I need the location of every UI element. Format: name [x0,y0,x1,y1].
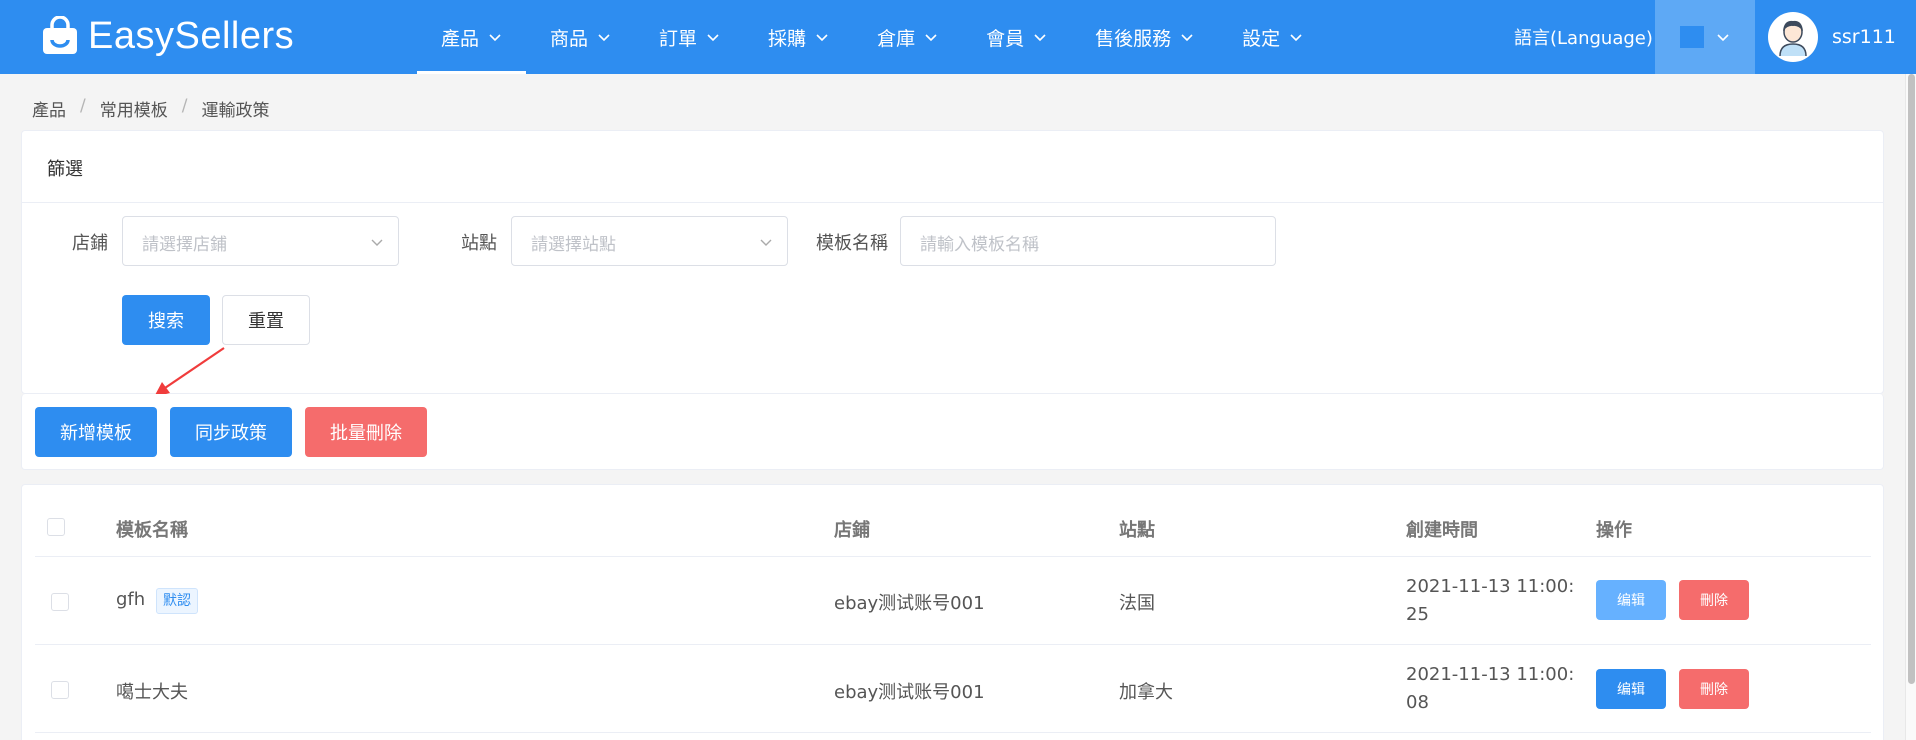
search-button[interactable]: 搜索 [122,295,210,345]
chevron-down-icon [1717,34,1729,42]
nav-item-orders[interactable]: 訂單 [635,0,744,74]
scrollbar-thumb[interactable] [1908,74,1915,684]
nav-label: 設定 [1242,27,1281,50]
column-header-name: 模板名稱 [116,520,188,541]
username: ssr111 [1832,26,1896,48]
theme-color-picker[interactable] [1655,0,1755,74]
nav-item-members[interactable]: 會員 [962,0,1071,74]
template-name-cell: 噶士大夫 [116,682,188,703]
theme-color-swatch [1680,26,1704,48]
nav-label: 商品 [550,27,589,50]
breadcrumb-item[interactable]: 產品 [32,96,66,121]
nav-label: 會員 [986,27,1025,50]
table-divider [35,732,1871,733]
chevron-down-icon [489,34,501,42]
column-header-created: 創建時間 [1406,520,1478,541]
chevron-down-icon [1034,34,1046,42]
delete-button[interactable]: 刪除 [1679,580,1749,620]
row-checkbox[interactable] [51,681,69,699]
template-name-placeholder: 請輸入模板名稱 [920,235,1039,255]
avatar [1768,12,1818,62]
chevron-down-icon [925,34,937,42]
template-name-cell: gfh [116,589,146,610]
nav-item-settings[interactable]: 設定 [1218,0,1327,74]
shop-cell: ebay测试账号001 [834,682,985,703]
chevron-down-icon [760,239,772,246]
site-cell: 法国 [1119,593,1155,614]
nav-item-products[interactable]: 產品 [417,0,527,74]
chevron-down-icon [1290,34,1302,42]
select-all-checkbox[interactable] [47,518,65,536]
breadcrumb-separator: / [80,96,86,116]
created-time-cell: 2021-11-13 11:00:08 [1406,664,1575,713]
app-name: EasySellers [88,14,295,57]
filter-title: 篩選 [22,131,1883,203]
shop-select[interactable]: 請選擇店鋪 [122,216,399,266]
nav-label: 產品 [441,27,480,50]
nav-label: 採購 [768,27,807,50]
reset-button[interactable]: 重置 [222,295,310,345]
chevron-down-icon [816,34,828,42]
shop-label: 店鋪 [72,233,108,254]
nav-item-goods[interactable]: 商品 [526,0,635,74]
breadcrumb-item[interactable]: 常用模板 [100,96,168,121]
site-label: 站點 [461,233,497,254]
column-header-site: 站點 [1119,520,1155,541]
table-divider [35,556,1871,557]
nav-item-purchasing[interactable]: 採購 [744,0,853,74]
action-bar [21,394,1884,470]
column-header-shop: 店鋪 [834,520,870,541]
batch-delete-button[interactable]: 批量刪除 [305,407,427,457]
add-template-button[interactable]: 新增模板 [35,407,157,457]
breadcrumb: 產品 / 常用模板 / 運輸政策 [32,96,269,121]
nav-item-warehouse[interactable]: 倉庫 [853,0,962,74]
chevron-down-icon [1181,34,1193,42]
user-menu[interactable]: ssr111 [1768,0,1896,74]
edit-button[interactable]: 编辑 [1596,580,1666,620]
nav-item-after-sales[interactable]: 售後服務 [1071,0,1218,74]
sync-policy-button[interactable]: 同步政策 [170,407,292,457]
shopping-bag-icon [40,15,80,56]
default-badge: 默認 [156,588,198,614]
language-switch[interactable]: 語言(Language) [1514,0,1653,74]
site-cell: 加拿大 [1119,682,1173,703]
site-select[interactable]: 請選擇站點 [511,216,788,266]
nav-label: 售後服務 [1095,27,1172,50]
breadcrumb-separator: / [181,96,188,116]
chevron-down-icon [707,34,719,42]
table-divider [35,644,1871,645]
breadcrumb-current: 運輸政策 [201,101,270,121]
column-header-ops: 操作 [1596,520,1632,541]
template-name-label: 模板名稱 [816,233,888,254]
created-time-cell: 2021-11-13 11:00:25 [1406,576,1575,625]
app-logo[interactable]: EasySellers [40,12,294,60]
shop-placeholder: 請選擇店鋪 [142,235,227,255]
main-nav: 產品 商品 訂單 採購 倉庫 會員 售後服務 設定 [417,0,1327,74]
nav-label: 倉庫 [877,27,916,50]
delete-button[interactable]: 刪除 [1679,669,1749,709]
page-scrollbar[interactable] [1905,74,1916,740]
template-name-input[interactable]: 請輸入模板名稱 [900,216,1276,266]
row-checkbox[interactable] [51,593,69,611]
chevron-down-icon [598,34,610,42]
top-navbar: EasySellers 產品 商品 訂單 採購 倉庫 會員 售後服務 設定 語言… [0,0,1916,74]
chevron-down-icon [371,239,383,246]
edit-button[interactable]: 编辑 [1596,669,1666,709]
shop-cell: ebay测试账号001 [834,593,985,614]
site-placeholder: 請選擇站點 [531,235,616,255]
nav-label: 訂單 [659,27,698,50]
